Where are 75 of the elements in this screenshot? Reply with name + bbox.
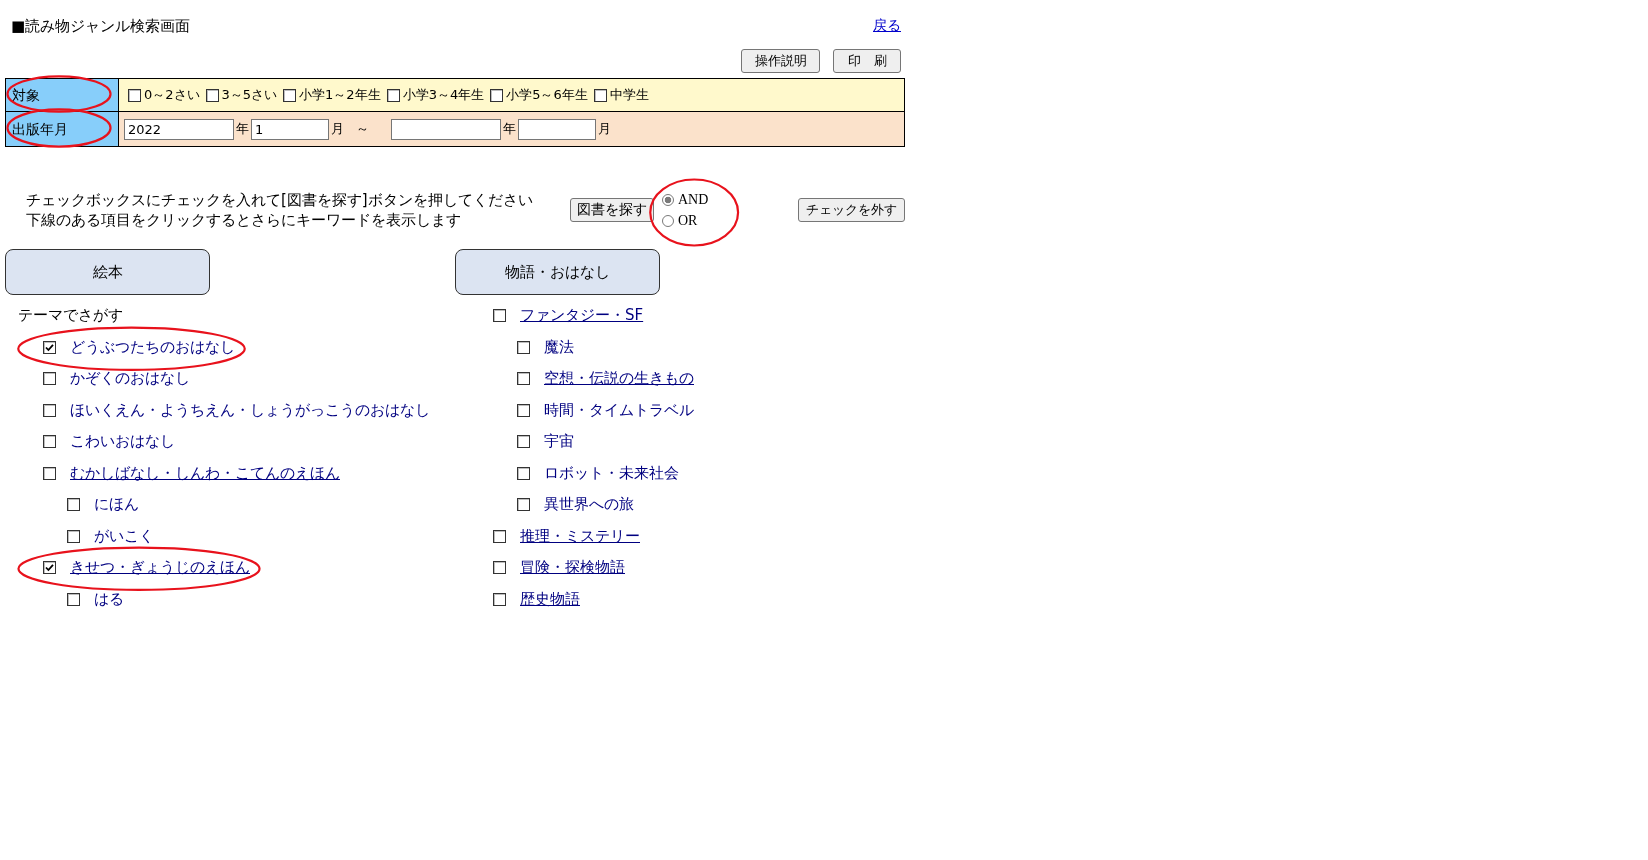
theme-link[interactable]: 歴史物語 bbox=[520, 589, 580, 609]
checkbox[interactable] bbox=[128, 88, 141, 102]
theme-label: こわいおはなし bbox=[70, 432, 175, 452]
checkbox[interactable] bbox=[386, 88, 400, 102]
print-button[interactable]: 印 刷 bbox=[833, 49, 901, 73]
checkbox[interactable] bbox=[517, 498, 530, 512]
checkbox[interactable] bbox=[517, 435, 530, 449]
checkbox[interactable] bbox=[67, 592, 80, 606]
checkbox[interactable] bbox=[517, 340, 530, 354]
theme-label: はる bbox=[94, 589, 124, 609]
checkbox[interactable] bbox=[493, 561, 506, 575]
instruction-text: 下線のある項目をクリックするとさらにキーワードを表示します bbox=[26, 210, 461, 230]
checkbox-label: 0～2さい bbox=[144, 86, 200, 104]
checkbox[interactable] bbox=[43, 340, 56, 354]
checkbox[interactable] bbox=[493, 309, 506, 323]
month-field[interactable] bbox=[518, 118, 596, 140]
radio-label: AND bbox=[678, 191, 709, 208]
checkbox[interactable] bbox=[43, 372, 56, 386]
field-label: 出版年月 bbox=[12, 121, 68, 137]
theme-label: どうぶつたちのおはなし bbox=[70, 337, 235, 357]
checkbox[interactable] bbox=[493, 592, 506, 606]
checkbox[interactable] bbox=[43, 561, 56, 575]
checkbox-label: 中学生 bbox=[609, 86, 649, 104]
unit-label: 年 bbox=[236, 120, 249, 138]
checkbox[interactable] bbox=[517, 403, 530, 417]
checkbox[interactable] bbox=[43, 435, 56, 449]
year-field[interactable]: 2022 bbox=[124, 118, 234, 140]
category-button[interactable]: 物語・おはなし bbox=[455, 249, 660, 295]
checkbox[interactable] bbox=[67, 529, 80, 543]
section-heading: テーマでさがす bbox=[17, 305, 123, 327]
theme-link[interactable]: ファンタジー・SF bbox=[520, 306, 644, 326]
range-separator: ～ bbox=[356, 120, 369, 138]
instruction-text: チェックボックスにチェックを入れて[図書を探す]ボタンを押してください bbox=[26, 190, 533, 210]
search-button[interactable]: 図書を探す bbox=[570, 198, 654, 222]
year-field[interactable] bbox=[391, 118, 501, 140]
radio-button[interactable] bbox=[662, 193, 674, 206]
checkbox-label: 3～5さい bbox=[221, 86, 278, 104]
unit-label: 年 bbox=[503, 120, 516, 138]
theme-link[interactable]: 冒険・探検物語 bbox=[520, 558, 625, 578]
theme-link[interactable]: 推理・ミステリー bbox=[520, 526, 640, 546]
page-title: ■読み物ジャンル検索画面 bbox=[11, 16, 191, 36]
theme-label: 宇宙 bbox=[544, 432, 574, 452]
radio-label: OR bbox=[678, 212, 698, 229]
theme-label: にほん bbox=[94, 495, 139, 515]
checkbox[interactable] bbox=[67, 498, 80, 512]
radio-button[interactable] bbox=[662, 214, 674, 227]
checkbox[interactable] bbox=[517, 466, 530, 480]
checkbox[interactable] bbox=[205, 88, 219, 102]
checkbox[interactable] bbox=[283, 88, 297, 102]
checkbox[interactable] bbox=[43, 403, 56, 417]
back-link[interactable]: 戻る bbox=[873, 17, 901, 35]
checkbox[interactable] bbox=[43, 466, 56, 480]
theme-label: 時間・タイムトラベル bbox=[544, 400, 694, 420]
checkbox-label: 小学3～4年生 bbox=[402, 86, 485, 104]
theme-link[interactable]: むかしばなし・しんわ・こてんのえほん bbox=[70, 463, 340, 483]
theme-label: ロボット・未来社会 bbox=[544, 463, 679, 483]
checkbox[interactable] bbox=[593, 88, 607, 102]
theme-label: 魔法 bbox=[544, 337, 574, 357]
theme-label: がいこく bbox=[94, 526, 154, 546]
unit-label: 月 bbox=[331, 120, 344, 138]
theme-link[interactable]: 空想・伝説の生きもの bbox=[544, 369, 694, 389]
help-button[interactable]: 操作説明 bbox=[741, 49, 820, 73]
checkbox[interactable] bbox=[517, 372, 530, 386]
theme-label: 異世界への旅 bbox=[544, 495, 634, 515]
checkbox-label: 小学5～6年生 bbox=[506, 86, 588, 104]
checkbox[interactable] bbox=[490, 88, 504, 102]
theme-label: ほいくえん・ようちえん・しょうがっこうのおはなし bbox=[70, 400, 430, 420]
unit-label: 月 bbox=[598, 120, 611, 138]
checkbox-label: 小学1～2年生 bbox=[299, 86, 381, 104]
category-button[interactable]: 絵本 bbox=[5, 249, 210, 295]
clear-checks-button[interactable]: チェックを外す bbox=[798, 198, 905, 222]
theme-label: かぞくのおはなし bbox=[70, 369, 190, 389]
field-label: 対象 bbox=[12, 87, 40, 103]
checkbox[interactable] bbox=[493, 529, 506, 543]
month-field[interactable]: 1 bbox=[251, 118, 329, 140]
